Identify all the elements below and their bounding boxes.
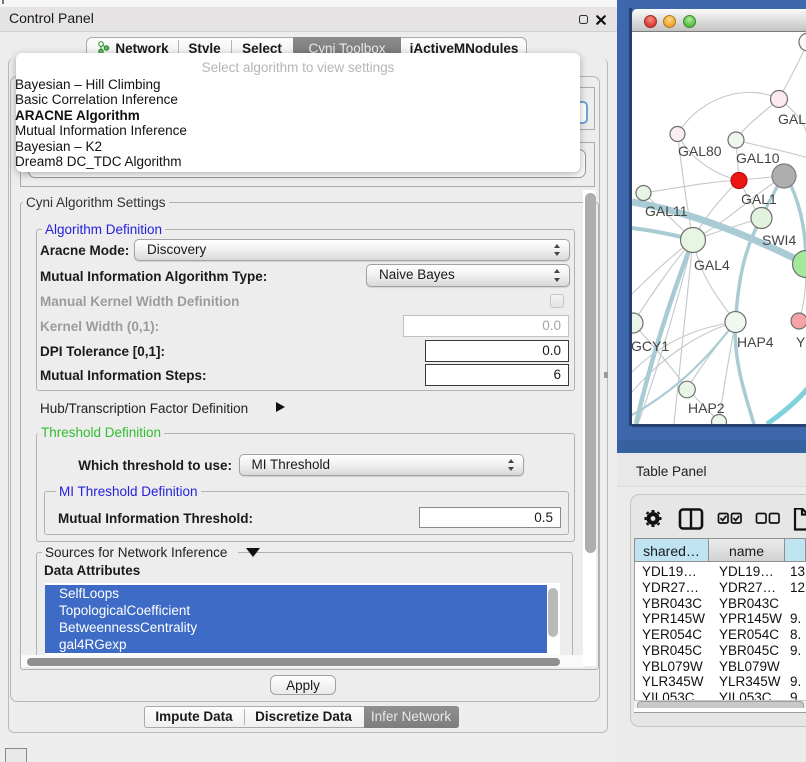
svg-text:GAL1: GAL1 — [741, 191, 777, 207]
svg-text:GAL11: GAL11 — [645, 203, 688, 219]
svg-text:GAL80: GAL80 — [678, 143, 722, 159]
svg-text:HAP2: HAP2 — [688, 400, 725, 416]
svg-text:YE: YE — [796, 334, 806, 350]
svg-text:GCY1: GCY1 — [632, 338, 669, 354]
svg-text:GAL4: GAL4 — [694, 257, 730, 273]
svg-text:GAL7: GAL7 — [778, 111, 806, 127]
svg-text:HAP4: HAP4 — [737, 334, 774, 350]
svg-text:SWI4: SWI4 — [762, 232, 796, 248]
svg-text:GAL10: GAL10 — [736, 150, 780, 166]
